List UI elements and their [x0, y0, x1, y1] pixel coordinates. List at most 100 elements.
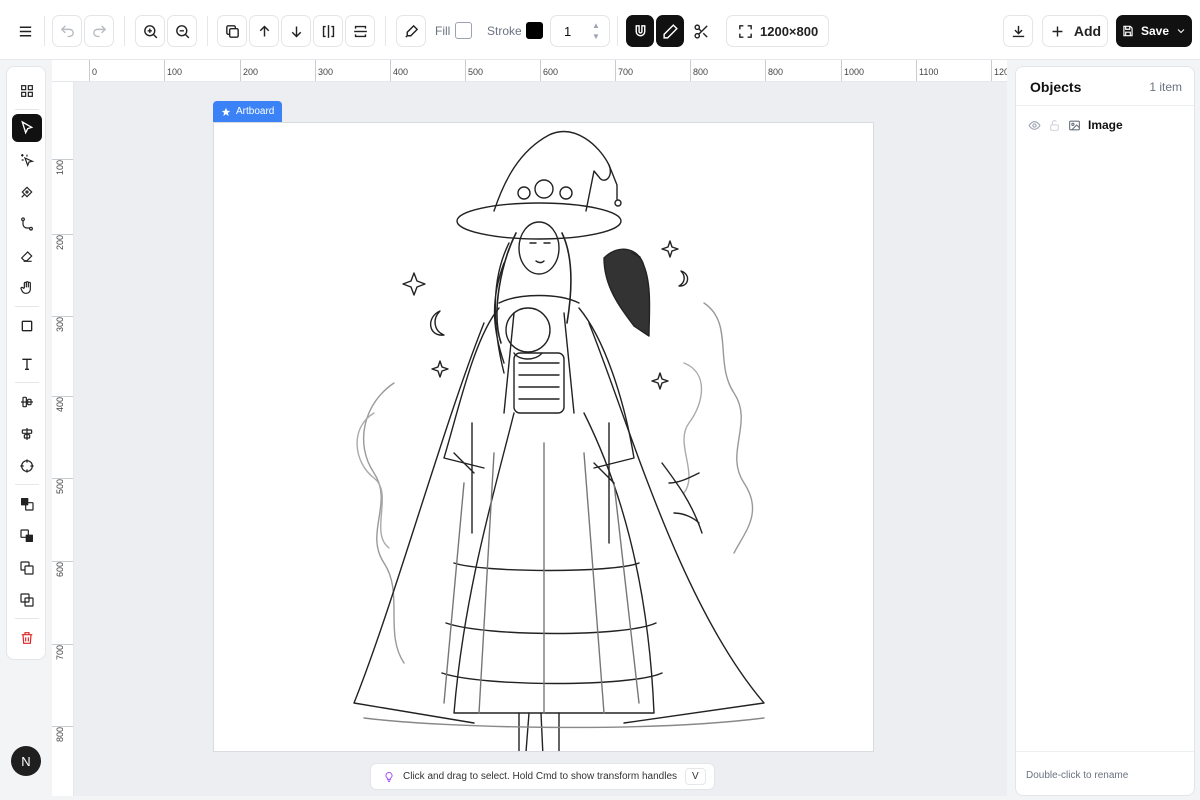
delete-tool[interactable] — [12, 624, 42, 652]
status-hint: Click and drag to select. Hold Cmd to sh… — [370, 763, 715, 790]
ruler-tick — [240, 60, 241, 81]
magic-select-tool[interactable] — [12, 146, 42, 174]
hand-tool[interactable] — [12, 274, 42, 302]
menu-button[interactable] — [10, 15, 40, 47]
ruler-tick-label: 800 — [768, 67, 784, 77]
stroke-swatch[interactable] — [526, 22, 543, 39]
star-icon — [221, 107, 231, 116]
align-vertical-center-icon — [21, 428, 33, 440]
layout-grid-icon — [21, 85, 33, 97]
add-button[interactable]: Add — [1042, 15, 1108, 47]
ruler-tick-label: 300 — [55, 316, 65, 332]
ruler-tick-label: 200 — [55, 234, 65, 250]
eyedropper-button[interactable] — [396, 15, 426, 47]
save-button[interactable]: Save — [1116, 15, 1192, 47]
components-tool[interactable] — [12, 77, 42, 105]
duplicate-button[interactable] — [217, 15, 247, 47]
objects-panel: Objects 1 item Image Double-click to ren… — [1015, 66, 1195, 796]
group-tool[interactable] — [12, 554, 42, 582]
download-icon — [1012, 25, 1024, 37]
align-vertical-tool[interactable] — [12, 420, 42, 448]
trash-icon — [21, 632, 33, 644]
fill-swatch[interactable] — [455, 22, 472, 39]
hand-icon — [20, 281, 31, 294]
download-button[interactable] — [1003, 15, 1033, 47]
stroke-width-stepper[interactable]: ▲ ▼ — [591, 20, 601, 42]
artboard[interactable] — [213, 122, 874, 752]
redo-button[interactable] — [84, 15, 114, 47]
ruler-tick-label: 800 — [55, 726, 65, 742]
canvas-size-label: 1200×800 — [760, 23, 819, 39]
send-backward-button[interactable] — [281, 15, 311, 47]
redo-icon — [92, 24, 106, 37]
artboard-label-text: Artboard — [236, 106, 275, 117]
bezier-path-icon — [21, 217, 33, 231]
unlock-icon[interactable] — [1048, 119, 1061, 132]
hamburger-icon — [19, 26, 31, 36]
user-avatar[interactable]: N — [11, 746, 41, 776]
eye-icon[interactable] — [1028, 119, 1041, 132]
undo-button[interactable] — [52, 15, 82, 47]
sparkle-cursor-icon — [21, 154, 35, 168]
ruler-tick — [690, 60, 691, 81]
select-tool[interactable] — [12, 114, 42, 142]
ruler-tick — [841, 60, 842, 81]
copy-icon — [225, 24, 239, 38]
expand-icon — [739, 24, 752, 38]
image-icon — [1069, 120, 1080, 130]
ungroup-tool[interactable] — [12, 586, 42, 614]
ruler-tick-label: 100 — [167, 67, 183, 77]
flip-vertical-button[interactable] — [345, 15, 375, 47]
stroke-label: Stroke — [487, 24, 522, 38]
panel-footer-hint: Double-click to rename — [1026, 770, 1129, 781]
zoom-out-button[interactable] — [167, 15, 197, 47]
add-label: Add — [1073, 23, 1102, 39]
ruler-tick-label: 800 — [693, 67, 709, 77]
ruler-tick-label: 700 — [618, 67, 634, 77]
ruler-tick — [89, 60, 90, 81]
ruler-tick-label: 300 — [318, 67, 334, 77]
layer-item[interactable]: Image — [1028, 115, 1184, 135]
save-label: Save — [1140, 24, 1170, 38]
ruler-tick-label: 600 — [55, 561, 65, 577]
canvas-size-button[interactable]: 1200×800 — [726, 15, 830, 47]
ruler-tick — [315, 60, 316, 81]
path-tool[interactable] — [12, 210, 42, 238]
eraser-icon — [20, 251, 33, 262]
cut-button[interactable] — [686, 15, 716, 47]
bring-forward-button[interactable] — [249, 15, 279, 47]
lightbulb-icon — [385, 771, 393, 782]
ruler-tick-label: 1000 — [844, 67, 865, 77]
witch-illustration-image[interactable] — [214, 123, 874, 752]
send-to-back-tool[interactable] — [12, 522, 42, 550]
ruler-tick-label: 600 — [543, 67, 559, 77]
stroke-width-value: 1 — [564, 23, 572, 39]
pen-tool-icon — [404, 24, 418, 38]
pen-tool[interactable] — [12, 178, 42, 206]
stroke-width-input[interactable]: 1 ▲ ▼ — [550, 15, 610, 47]
flip-vertical-icon — [353, 25, 367, 37]
eraser-tool[interactable] — [12, 242, 42, 270]
crosshair-tool[interactable] — [12, 452, 42, 480]
snap-toggle-button[interactable] — [626, 15, 654, 47]
pen-nib-icon — [21, 186, 33, 198]
pencil-toggle-button[interactable] — [656, 15, 684, 47]
align-horizontal-center-icon — [21, 396, 33, 408]
ruler-tick — [390, 60, 391, 81]
bring-to-front-tool[interactable] — [12, 490, 42, 518]
artboard-label[interactable]: Artboard — [213, 101, 283, 122]
status-hint-text: Click and drag to select. Hold Cmd to sh… — [403, 771, 678, 782]
tool-palette — [6, 66, 46, 660]
ruler-tick-label: 400 — [55, 396, 65, 412]
zoom-in-button[interactable] — [135, 15, 165, 47]
pencil-icon — [662, 23, 678, 39]
ruler-tick-label: 500 — [468, 67, 484, 77]
ruler-tick — [465, 60, 466, 81]
ruler-tick-label: 100 — [55, 159, 65, 175]
rectangle-tool[interactable] — [12, 312, 42, 340]
text-tool[interactable] — [12, 350, 42, 378]
text-icon — [22, 358, 32, 370]
flip-horizontal-button[interactable] — [313, 15, 343, 47]
square-icon — [21, 320, 33, 332]
align-center-tool[interactable] — [12, 388, 42, 416]
